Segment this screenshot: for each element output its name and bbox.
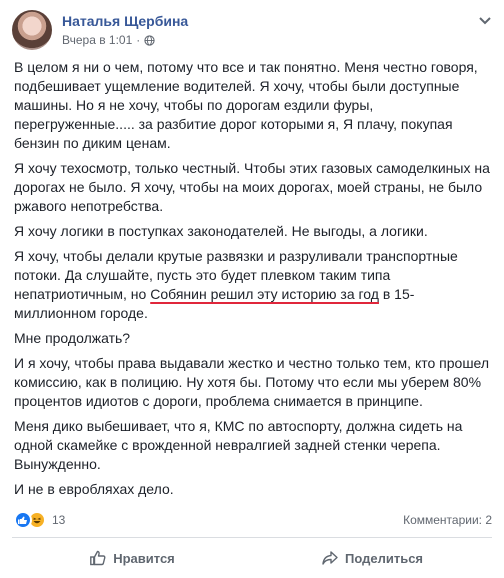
divider <box>12 537 492 538</box>
post-header: Наталья Щербина Вчера в 1:01 · <box>12 10 492 50</box>
post-text: В целом я ни о чем, потому что все и так… <box>14 58 496 505</box>
post-time[interactable]: Вчера в 1:01 <box>62 33 132 47</box>
share-arrow-icon <box>322 551 338 565</box>
post-paragraph: И я хочу, чтобы права выдавали жестко и … <box>14 355 490 409</box>
post-paragraph: В целом я ни о чем, потому что все и так… <box>14 59 478 151</box>
share-button-label: Поделиться <box>344 550 424 566</box>
underlined-phrase: Собянин решил эту историю за год <box>150 286 379 302</box>
post-paragraph: Меня дико выбешивает, что я, КМС по авто… <box>14 418 463 472</box>
post-meta: Вчера в 1:01 · <box>62 33 155 47</box>
meta-separator: · <box>136 33 141 47</box>
like-button[interactable]: Нравится <box>12 540 252 576</box>
share-button[interactable]: Поделиться <box>252 540 492 576</box>
thumbs-up-icon <box>90 550 106 566</box>
post-actions: Нравится Поделиться <box>12 540 492 576</box>
comments-count[interactable]: Комментарии: 2 <box>403 513 492 527</box>
avatar[interactable] <box>12 10 52 50</box>
post-paragraph: Я хочу логики в поступках законодателей.… <box>14 223 428 239</box>
author-name[interactable]: Наталья Щербина <box>62 13 188 29</box>
post-paragraph: Я хочу, чтобы делали крутые развязки и р… <box>14 247 496 323</box>
like-reaction-icon <box>14 511 32 529</box>
chevron-down-icon[interactable] <box>478 16 492 26</box>
like-button-label: Нравится <box>113 550 175 566</box>
reactions-summary[interactable]: 13 <box>14 511 65 529</box>
globe-icon[interactable] <box>144 34 155 46</box>
post-paragraph: Мне продолжать? <box>14 330 131 346</box>
post-paragraph: Я хочу техосмотр, только честный. Чтобы … <box>14 160 490 214</box>
post-paragraph: И не в евробляхах дело. <box>14 481 174 497</box>
reactions-count: 13 <box>52 513 66 527</box>
